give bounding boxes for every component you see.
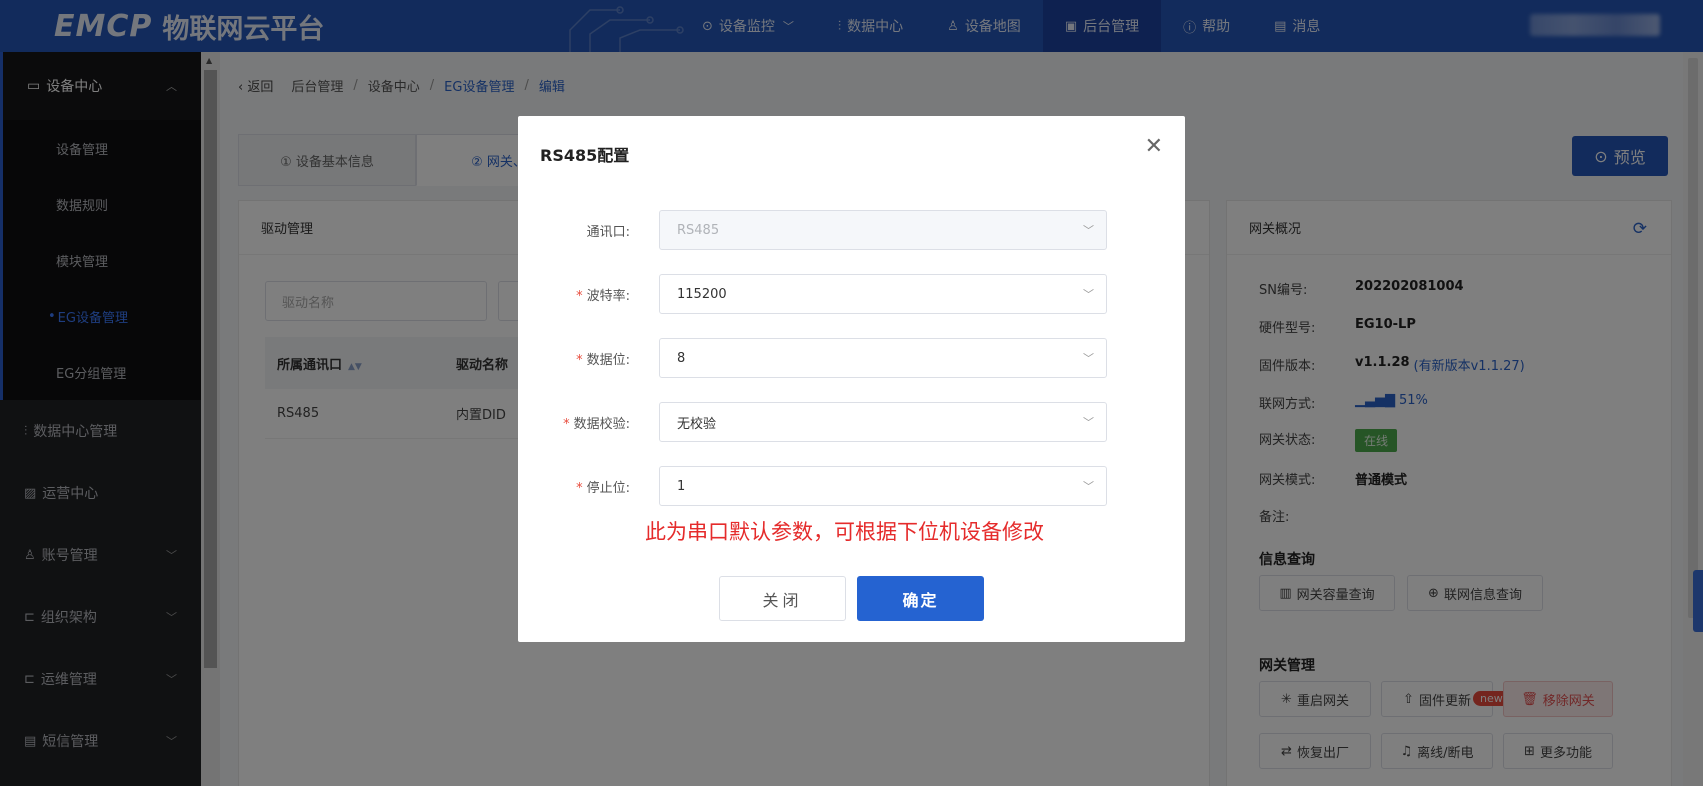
chevron-down-icon: ﹀: [1083, 352, 1094, 365]
required-mark: *: [576, 352, 583, 368]
form-row-port: 通讯口: RS485 ﹀: [518, 210, 1185, 250]
field-label: * 波特率:: [518, 285, 640, 304]
default-params-note: 此为串口默认参数，可根据下位机设备修改: [645, 520, 1044, 544]
chevron-down-icon: ﹀: [1083, 416, 1094, 429]
close-icon[interactable]: ✕: [1145, 134, 1163, 159]
form-row-stop-bits: * 停止位: 1 ﹀: [518, 466, 1185, 506]
form-row-parity: * 数据校验: 无校验 ﹀: [518, 402, 1185, 442]
select-value: RS485: [677, 222, 720, 238]
required-mark: *: [576, 480, 583, 496]
select-value: 8: [677, 350, 686, 366]
required-mark: *: [576, 288, 583, 304]
port-select: RS485 ﹀: [659, 210, 1107, 250]
form-row-data-bits: * 数据位: 8 ﹀: [518, 338, 1185, 378]
field-label-text: 波特率:: [586, 288, 630, 304]
field-label-text: 数据位:: [586, 352, 630, 368]
select-value: 115200: [677, 286, 727, 302]
confirm-button[interactable]: 确定: [857, 576, 984, 621]
field-label: * 停止位:: [518, 477, 640, 496]
stop-bits-select[interactable]: 1 ﹀: [659, 466, 1107, 506]
data-bits-select[interactable]: 8 ﹀: [659, 338, 1107, 378]
required-mark: *: [563, 416, 570, 432]
select-value: 1: [677, 478, 686, 494]
field-label: 通讯口:: [586, 224, 630, 240]
dialog-title: RS485配置: [540, 146, 630, 165]
chevron-down-icon: ﹀: [1083, 480, 1094, 493]
field-label-text: 停止位:: [586, 480, 630, 496]
field-label: * 数据位:: [518, 349, 640, 368]
select-value: 无校验: [677, 416, 717, 432]
form-row-baud-rate: * 波特率: 115200 ﹀: [518, 274, 1185, 314]
chevron-down-icon: ﹀: [1083, 288, 1094, 301]
baud-rate-select[interactable]: 115200 ﹀: [659, 274, 1107, 314]
chevron-down-icon: ﹀: [1083, 224, 1094, 237]
close-button[interactable]: 关闭: [719, 576, 846, 621]
field-label: * 数据校验:: [518, 413, 640, 432]
field-label-text: 数据校验:: [573, 416, 630, 432]
parity-select[interactable]: 无校验 ﹀: [659, 402, 1107, 442]
rs485-config-dialog: RS485配置 ✕ 通讯口: RS485 ﹀ * 波特率: 115200 ﹀ * 数…: [518, 116, 1185, 642]
